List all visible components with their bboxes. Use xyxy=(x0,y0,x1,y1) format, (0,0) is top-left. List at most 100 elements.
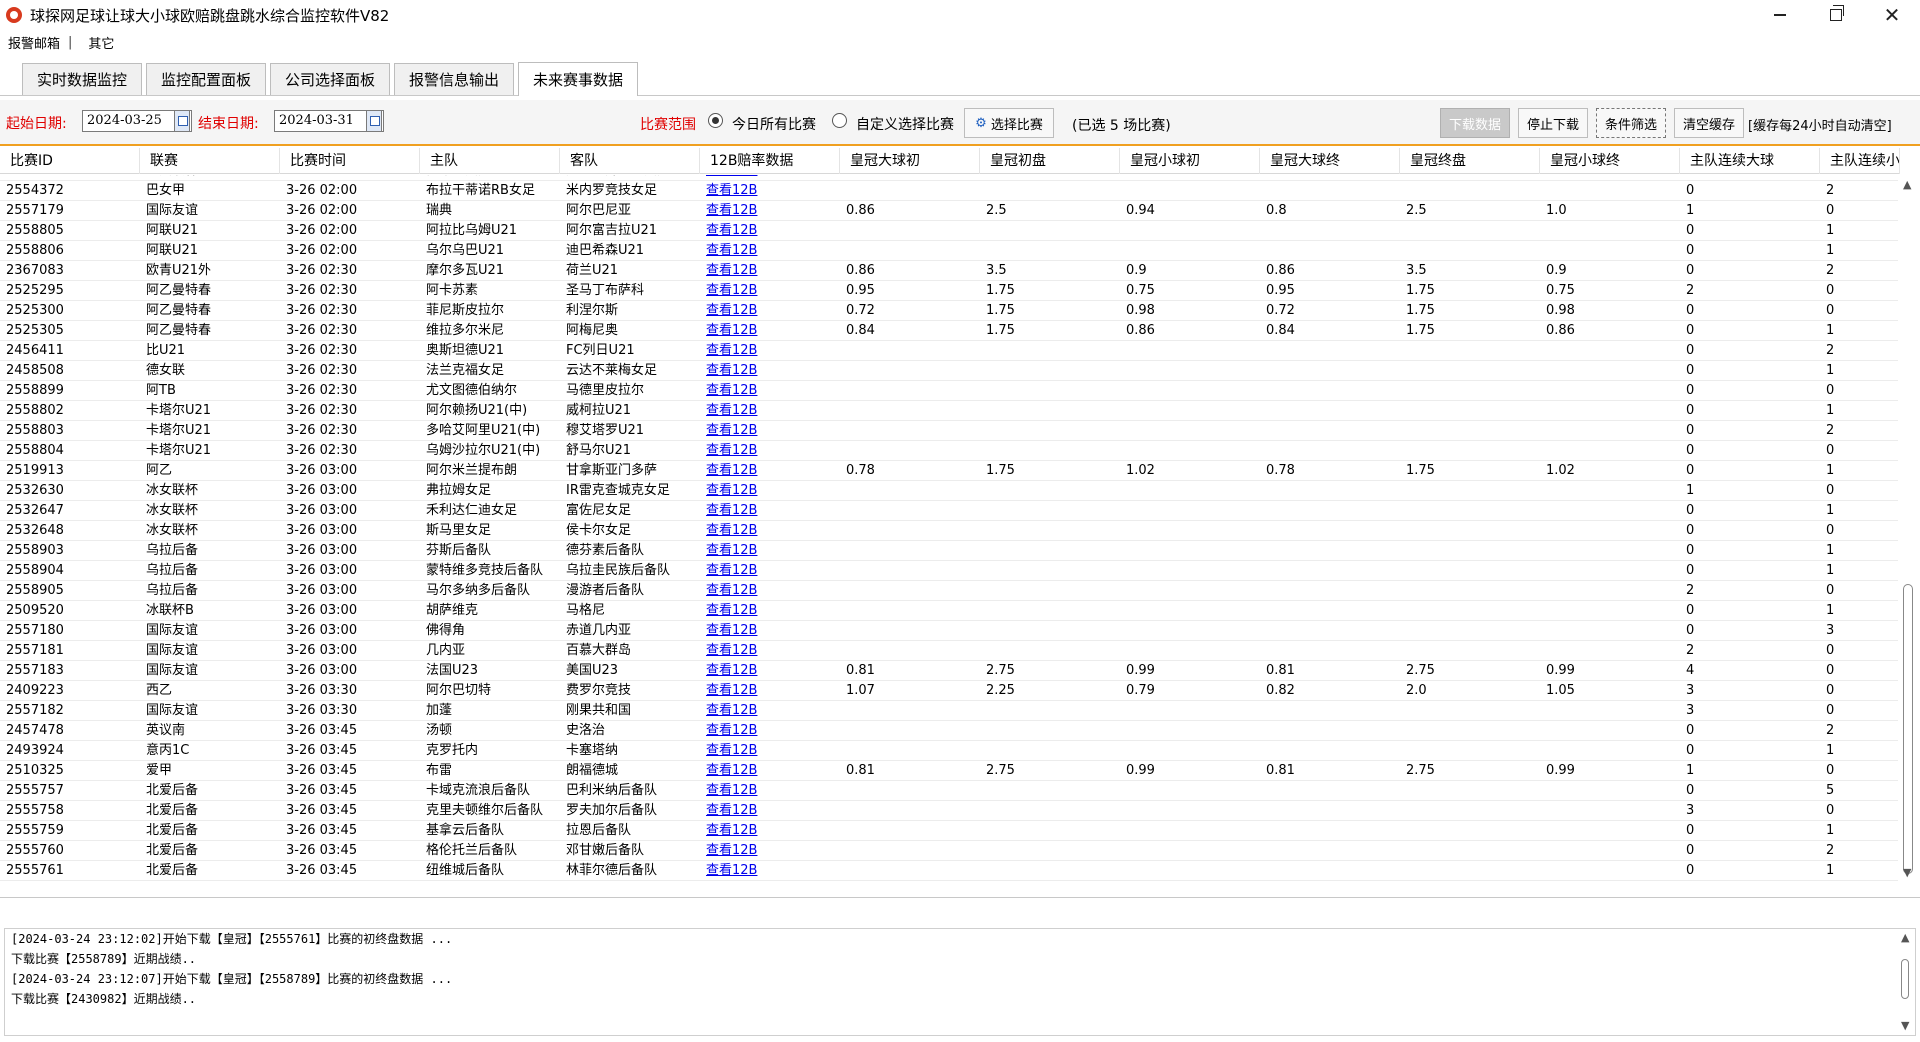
table-row[interactable]: 2558905 乌拉后备 3-26 03:00 马尔多纳多后备队 漫游者后备队 查看12B… xyxy=(0,581,1900,601)
minimize-button[interactable] xyxy=(1752,0,1808,30)
view-12b-link[interactable]: 查看12B xyxy=(700,801,840,820)
scroll-down-icon[interactable]: ▼ xyxy=(1903,866,1911,879)
clear-cache-button[interactable]: 清空缓存 xyxy=(1674,108,1744,138)
table-row[interactable]: 2532647 冰女联杯 3-26 03:00 禾利达仁迪女足 富佐尼女足 查看12B 0 1 xyxy=(0,501,1900,521)
view-12b-link[interactable]: 查看12B xyxy=(700,681,840,700)
radio-all-matches[interactable] xyxy=(708,113,723,128)
table-row[interactable]: 2558803 卡塔尔U21 3-26 02:30 多哈艾阿里U21(中) 穆艾塔罗U2… xyxy=(0,421,1900,441)
view-12b-link[interactable]: 查看12B xyxy=(700,241,840,260)
column-header[interactable]: 皇冠大球初 xyxy=(840,148,980,174)
table-row[interactable]: 2367083 欧青U21外 3-26 02:30 摩尔多瓦U21 荷兰U21 查看12B… xyxy=(0,261,1900,281)
view-12b-link[interactable]: 查看12B xyxy=(700,701,840,720)
view-12b-link[interactable]: 查看12B xyxy=(700,581,840,600)
table-row[interactable]: 2554372 巴女甲 3-26 02:00 布拉干蒂诺RB女足 米内罗竞技女足 查看12… xyxy=(0,181,1900,201)
column-header[interactable]: 皇冠初盘 xyxy=(980,148,1120,174)
table-row[interactable]: 2532630 冰女联杯 3-26 03:00 弗拉姆女足 IR雷克查城克女足 查看12B… xyxy=(0,481,1900,501)
view-12b-link[interactable]: 查看12B xyxy=(700,441,840,460)
column-header[interactable]: 皇冠大球终 xyxy=(1260,148,1400,174)
tab-realtime-monitor[interactable]: 实时数据监控 xyxy=(22,63,142,95)
view-12b-link[interactable]: 查看12B xyxy=(700,521,840,540)
tab-company-select[interactable]: 公司选择面板 xyxy=(270,63,390,95)
view-12b-link[interactable]: 查看12B xyxy=(700,761,840,780)
column-header[interactable]: 比赛ID xyxy=(0,148,140,174)
table-row[interactable]: 2555760 北爱后备 3-26 03:45 格伦托兰后备队 邓甘嫩后备队 查看12B 0… xyxy=(0,841,1900,861)
table-row[interactable]: 2525305 阿乙曼特春 3-26 02:30 维拉多尔米尼 阿梅尼奥 查看12B 0.8… xyxy=(0,321,1900,341)
tab-future-matches[interactable]: 未来赛事数据 xyxy=(518,62,638,96)
start-date-picker-button[interactable] xyxy=(174,110,190,132)
table-row[interactable]: 2558899 阿TB 3-26 02:30 尤文图德伯纳尔 马德里皮拉尔 查看12B 0 0 xyxy=(0,381,1900,401)
table-row[interactable]: 2510325 爱甲 3-26 03:45 布雷 朗福德城 查看12B 0.81 2.75 0.… xyxy=(0,761,1900,781)
column-header[interactable]: 皇冠小球终 xyxy=(1540,148,1680,174)
view-12b-link[interactable]: 查看12B xyxy=(700,501,840,520)
radio-custom-matches[interactable] xyxy=(832,113,847,128)
column-header[interactable]: 主队连续大球 xyxy=(1680,148,1820,174)
column-header[interactable]: 联赛 xyxy=(140,148,280,174)
column-header[interactable]: 皇冠终盘 xyxy=(1400,148,1540,174)
view-12b-link[interactable]: 查看12B xyxy=(700,261,840,280)
view-12b-link[interactable]: 查看12B xyxy=(700,541,840,560)
view-12b-link[interactable]: 查看12B xyxy=(700,741,840,760)
table-row[interactable]: 2558806 阿联U21 3-26 02:00 乌尔乌巴U21 迪巴希森U21 查看12… xyxy=(0,241,1900,261)
column-header[interactable]: 主队连续小 xyxy=(1820,148,1900,174)
table-row[interactable]: 2532648 冰女联杯 3-26 03:00 斯马里女足 侯卡尔女足 查看12B 0 0 xyxy=(0,521,1900,541)
table-row[interactable]: 2555757 北爱后备 3-26 03:45 卡域克流浪后备队 巴利米纳后备队 查看12… xyxy=(0,781,1900,801)
table-row[interactable]: 2558804 卡塔尔U21 3-26 02:30 乌姆沙拉尔U21(中) 舒马尔U21… xyxy=(0,441,1900,461)
horizontal-scrollbar[interactable]: ◀ ┃┃┃ ▶ xyxy=(0,896,1900,897)
scroll-up-icon[interactable]: ▲ xyxy=(1903,178,1911,191)
table-row[interactable]: 2557180 国际友谊 3-26 03:00 佛得角 赤道几内亚 查看12B 0 3 xyxy=(0,621,1900,641)
end-date-picker-button[interactable] xyxy=(366,110,382,132)
view-12b-link[interactable]: 查看12B xyxy=(700,661,840,680)
vertical-scroll-thumb[interactable] xyxy=(1903,584,1913,874)
view-12b-link[interactable]: 查看12B xyxy=(700,281,840,300)
view-12b-link[interactable]: 查看12B xyxy=(700,621,840,640)
table-row[interactable]: 2555759 北爱后备 3-26 03:45 基拿云后备队 拉恩后备队 查看12B 0 1 xyxy=(0,821,1900,841)
table-row[interactable]: 2509520 冰联杯B 3-26 03:00 胡萨维克 马格尼 查看12B 0 1 xyxy=(0,601,1900,621)
table-row[interactable]: 2519913 阿乙 3-26 03:00 阿尔米兰提布朗 甘拿斯亚门多萨 查看12B 0.… xyxy=(0,461,1900,481)
view-12b-link[interactable]: 查看12B xyxy=(700,175,840,180)
menu-item-alarm-email[interactable]: 报警邮箱 xyxy=(0,33,68,52)
maximize-button[interactable] xyxy=(1808,0,1864,30)
view-12b-link[interactable]: 查看12B xyxy=(700,321,840,340)
table-row[interactable]: 2558802 卡塔尔U21 3-26 02:30 阿尔赖扬U21(中) 威柯拉U21 查… xyxy=(0,401,1900,421)
view-12b-link[interactable]: 查看12B xyxy=(700,561,840,580)
view-12b-link[interactable]: 查看12B xyxy=(700,221,840,240)
table-row[interactable]: 2409223 西乙 3-26 03:30 阿尔巴切特 费罗尔竞技 查看12B 1.07 2.… xyxy=(0,681,1900,701)
view-12b-link[interactable]: 查看12B xyxy=(700,381,840,400)
log-scrollbar[interactable]: ▲ ▼ xyxy=(1897,929,1915,1035)
table-row[interactable]: 2557183 国际友谊 3-26 03:00 法国U23 美国U23 查看12B 0.81… xyxy=(0,661,1900,681)
column-header[interactable]: 客队 xyxy=(560,148,700,174)
table-row[interactable]: 2557181 国际友谊 3-26 03:00 几内亚 百慕大群岛 查看12B 2 0 xyxy=(0,641,1900,661)
radio-all-matches-label[interactable]: 今日所有比赛 xyxy=(732,114,816,134)
view-12b-link[interactable]: 查看12B xyxy=(700,201,840,220)
view-12b-link[interactable]: 查看12B xyxy=(700,301,840,320)
menu-item-other[interactable]: 其它 xyxy=(80,33,122,52)
view-12b-link[interactable]: 查看12B xyxy=(700,821,840,840)
column-header[interactable]: 皇冠小球初 xyxy=(1120,148,1260,174)
view-12b-link[interactable]: 查看12B xyxy=(700,641,840,660)
scroll-down-icon[interactable]: ▼ xyxy=(1901,1019,1909,1032)
table-row[interactable]: 2555758 北爱后备 3-26 03:45 克里夫顿维尔后备队 罗夫加尔后备队 查看1… xyxy=(0,801,1900,821)
table-row[interactable]: 2557179 国际友谊 3-26 02:00 瑞典 阿尔巴尼亚 查看12B 0.86 2.5… xyxy=(0,201,1900,221)
view-12b-link[interactable]: 查看12B xyxy=(700,601,840,620)
radio-custom-matches-label[interactable]: 自定义选择比赛 xyxy=(856,114,954,134)
table-row[interactable]: 2458508 德女联 3-26 02:30 法兰克福女足 云达不莱梅女足 查看12B 0 1 xyxy=(0,361,1900,381)
table-row[interactable]: 2555761 北爱后备 3-26 03:45 纽维城后备队 林菲尔德后备队 查看12B 0… xyxy=(0,861,1900,881)
view-12b-link[interactable]: 查看12B xyxy=(700,361,840,380)
tab-monitor-config[interactable]: 监控配置面板 xyxy=(146,63,266,95)
table-row[interactable]: 2525300 阿乙曼特春 3-26 02:30 菲尼斯皮拉尔 利涅尔斯 查看12B 0.7… xyxy=(0,301,1900,321)
scroll-up-icon[interactable]: ▲ xyxy=(1901,931,1909,944)
condition-filter-button[interactable]: 条件筛选 xyxy=(1596,108,1666,138)
view-12b-link[interactable]: 查看12B xyxy=(700,341,840,360)
tab-alarm-output[interactable]: 报警信息输出 xyxy=(394,63,514,95)
table-row[interactable]: 2493924 意丙1C 3-26 03:45 克罗托内 卡塞塔纳 查看12B 0 1 xyxy=(0,741,1900,761)
table-row[interactable]: 2457478 英议南 3-26 03:45 汤顿 史洛治 查看12B 0 2 xyxy=(0,721,1900,741)
table-row[interactable]: 2558903 乌拉后备 3-26 03:00 芬斯后备队 德芬素后备队 查看12B 0 1 xyxy=(0,541,1900,561)
column-header[interactable]: 比赛时间 xyxy=(280,148,420,174)
vertical-scrollbar[interactable]: ▲ ▼ xyxy=(1898,174,1918,884)
table-row[interactable]: 2558904 乌拉后备 3-26 03:00 蒙特维多竞技后备队 乌拉圭民族后备队 查看… xyxy=(0,561,1900,581)
table-row[interactable]: 2525295 阿乙曼特春 3-26 02:30 阿卡苏素 圣马丁布萨科 查看12B 0.9… xyxy=(0,281,1900,301)
column-header[interactable]: 12B赔率数据 xyxy=(700,148,840,174)
view-12b-link[interactable]: 查看12B xyxy=(700,401,840,420)
table-row[interactable]: 2557182 国际友谊 3-26 03:30 加蓬 刚果共和国 查看12B 3 0 xyxy=(0,701,1900,721)
log-scroll-thumb[interactable] xyxy=(1901,959,1909,999)
